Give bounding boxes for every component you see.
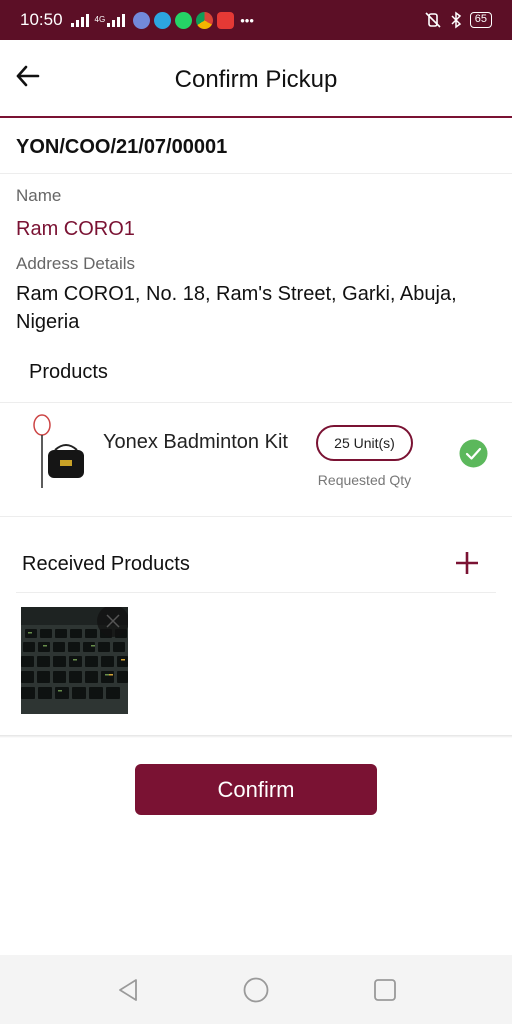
section-shadow: [0, 735, 512, 738]
plus-icon[interactable]: [454, 550, 480, 576]
status-time: 10:50: [20, 10, 63, 29]
system-nav-bar: [0, 955, 512, 1024]
more-dots-icon: •••: [240, 12, 254, 28]
address-label: Address Details: [16, 254, 136, 273]
app-icon: [217, 11, 235, 29]
whatsapp-icon: [175, 11, 193, 29]
signal-icon-2: [107, 13, 126, 27]
divider: [0, 402, 512, 403]
confirm-button[interactable]: Confirm: [135, 764, 377, 815]
quantity-caption: Requested Qty: [317, 472, 412, 488]
divider: [0, 173, 512, 174]
name-label: Name: [16, 186, 62, 205]
divider: [0, 516, 512, 517]
signal-icon: [70, 13, 89, 27]
status-bar: 10:50 4G ••• 65: [0, 0, 512, 40]
received-product-photo[interactable]: [21, 607, 128, 714]
order-id: YON/COO/21/07/00001: [16, 136, 228, 158]
products-title: Products: [29, 361, 108, 383]
battery-icon: 65: [469, 12, 492, 28]
back-triangle-icon[interactable]: [115, 977, 141, 1003]
page-title: Confirm Pickup: [174, 66, 338, 93]
telegram-icon: [154, 11, 172, 29]
product-name: Yonex Badminton Kit: [103, 431, 288, 453]
mute-icon: [425, 12, 441, 28]
app-header: Confirm Pickup: [0, 40, 512, 118]
chrome-icon: [196, 11, 214, 29]
bluetooth-icon: [451, 11, 461, 29]
customer-address: Ram CORO1, No. 18, Ram's Street, Garki, …: [16, 283, 457, 333]
recents-square-icon[interactable]: [372, 977, 398, 1003]
network-label: 4G: [94, 15, 106, 24]
badminton-kit-image: [33, 414, 84, 488]
discord-icon: [133, 11, 151, 29]
divider: [16, 592, 496, 593]
quantity-badge: 25 Unit(s): [316, 425, 413, 461]
received-products-title: Received Products: [22, 553, 190, 575]
check-circle-icon[interactable]: [459, 439, 488, 468]
customer-name: Ram CORO1: [16, 218, 135, 240]
home-circle-icon[interactable]: [243, 977, 269, 1003]
